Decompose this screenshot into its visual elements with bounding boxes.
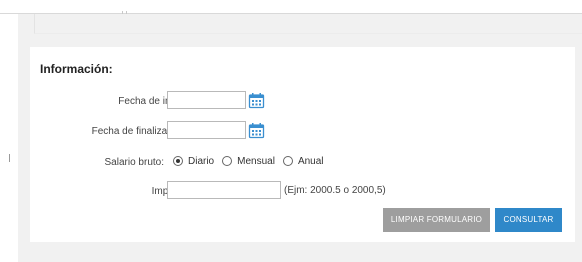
radio-button[interactable] xyxy=(222,156,233,166)
scroll-marker xyxy=(9,154,10,162)
radio-button-checked[interactable] xyxy=(173,156,183,166)
top-panel-outline xyxy=(34,14,582,34)
radio-label-diario: Diario xyxy=(188,155,215,167)
radio-option-anual[interactable]: Anual xyxy=(282,155,324,167)
radio-button[interactable] xyxy=(282,156,293,166)
amount-hint: (Ejm: 2000.5 o 2000,5) xyxy=(284,185,386,196)
radio-label-anual: Anual xyxy=(297,155,324,167)
radio-option-mensual[interactable]: Mensual xyxy=(222,156,275,167)
salary-radio-group: Diario Mensual Anual xyxy=(173,154,332,168)
calendar-icon[interactable] xyxy=(248,122,265,139)
end-date-input[interactable] xyxy=(167,121,246,139)
clear-form-button[interactable]: LIMPIAR FORMULARIO xyxy=(383,208,490,232)
salary-label: Salario bruto: xyxy=(104,157,164,168)
form-title: Información: xyxy=(40,62,113,76)
amount-input[interactable] xyxy=(167,181,281,199)
submit-button[interactable]: CONSULTAR xyxy=(495,208,562,232)
calendar-icon[interactable] xyxy=(248,92,265,109)
radio-option-diario[interactable]: Diario xyxy=(173,156,214,167)
start-date-input[interactable] xyxy=(167,91,246,109)
form-card: Información: Fecha de inicio: * Fecha de… xyxy=(30,47,575,242)
radio-label-mensual: Mensual xyxy=(237,155,275,167)
